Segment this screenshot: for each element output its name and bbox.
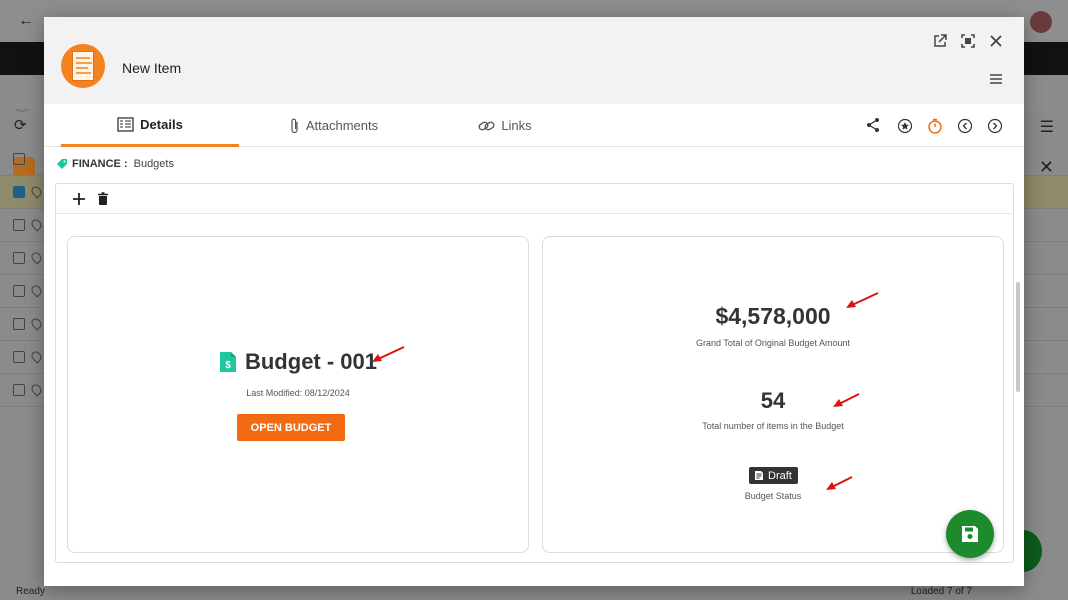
budget-stats-card: $4,578,000 Grand Total of Original Budge… [542,236,1004,553]
location-pin-icon [29,250,44,265]
breadcrumb: FINANCE : Budgets [56,158,174,170]
bg-checkbox[interactable] [13,186,25,198]
budget-panel: $ Budget - 001 Last Modified: 08/12/2024… [55,183,1014,563]
tab-attachments[interactable]: Attachments [274,104,394,147]
star-icon[interactable] [897,118,913,134]
share-icon[interactable] [865,117,881,133]
status-ready: Ready [16,586,45,597]
bg-checkbox[interactable] [13,318,25,330]
finance-tag-icon [57,159,67,169]
tab-details[interactable]: Details [61,104,239,147]
tab-attachments-label: Attachments [305,118,379,133]
status-loaded: Loaded 7 of 7 [910,586,972,597]
breadcrumb-module[interactable]: FINANCE : [72,158,128,170]
grand-total-value: $4,578,000 [715,303,831,329]
tab-links-label: Links [501,118,532,133]
location-pin-icon [29,316,44,331]
annotation-arrow-icon [372,346,405,362]
location-pin-icon [29,283,44,298]
item-count-label: Total number of items in the Budget [702,421,844,431]
chevron-left-icon[interactable] [957,118,973,134]
dialog-title: New Item [122,60,182,76]
budget-file-icon: $ [219,352,236,372]
breadcrumb-section[interactable]: Budgets [134,158,174,170]
details-icon [117,116,134,132]
status-badge-label: Draft [768,469,792,482]
open-external-icon[interactable] [932,34,948,50]
location-pin-icon [29,349,44,364]
location-pin-icon [29,184,44,199]
bg-checkbox[interactable] [13,219,25,231]
status-badge: Draft [749,467,798,484]
svg-text:$: $ [225,360,231,371]
close-icon[interactable] [988,34,1004,50]
bg-checkbox[interactable] [13,285,25,297]
budget-card: $ Budget - 001 Last Modified: 08/12/2024… [67,236,529,553]
location-pin-icon [29,382,44,397]
link-icon [478,121,495,130]
bg-checkbox[interactable] [13,252,25,264]
grand-total-label: Grand Total of Original Budget Amount [696,338,850,348]
save-button[interactable] [946,510,994,558]
scrollbar[interactable] [1016,282,1020,392]
item-dialog: New Item Details Attachments Links FINAN… [44,17,1024,586]
user-avatar[interactable] [1030,11,1052,33]
back-arrow-icon[interactable]: ← [18,12,34,30]
draft-note-icon [755,471,763,480]
annotation-arrow-icon [846,292,879,308]
annotation-arrow-icon [833,393,860,407]
menu-icon[interactable] [988,72,1004,88]
bg-menu-icon[interactable]: ☰ [1040,117,1054,137]
delete-icon[interactable] [94,190,112,208]
last-modified: Last Modified: 08/12/2024 [246,388,350,398]
bg-checkbox[interactable] [13,153,25,165]
bg-checkbox[interactable] [13,384,25,396]
bg-checkbox[interactable] [13,351,25,363]
budget-name: Budget - 001 [244,349,378,374]
fullscreen-icon[interactable] [960,34,976,50]
chevron-right-icon[interactable] [987,118,1003,134]
tab-bar: Details Attachments Links [44,104,1024,147]
open-budget-button[interactable]: OPEN BUDGET [237,414,345,441]
tab-links[interactable]: Links [470,104,540,147]
budget-name-row: $ Budget - 001 [68,349,528,375]
budget-document-icon [72,51,94,81]
budget-logo [61,44,105,88]
item-count-value: 54 [760,388,786,413]
paperclip-icon [291,118,298,133]
timer-icon[interactable] [927,118,943,134]
refresh-icon[interactable]: ⟳ [14,116,27,134]
save-icon [962,526,978,542]
tab-details-label: Details [140,116,183,132]
panel-toolbar [56,184,1013,214]
status-label: Budget Status [744,491,802,501]
annotation-arrow-icon [826,476,853,490]
location-pin-icon [29,217,44,232]
dialog-header: New Item [44,17,1024,104]
add-icon[interactable] [70,190,88,208]
